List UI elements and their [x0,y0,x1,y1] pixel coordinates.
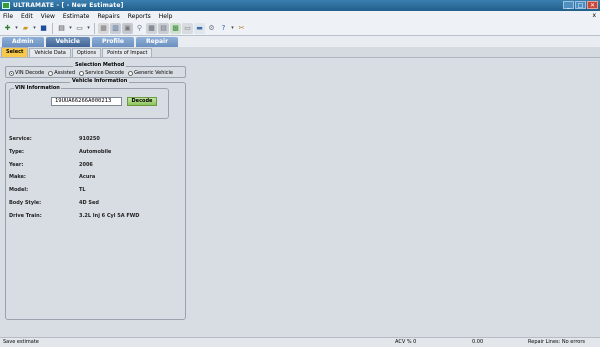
maximize-button[interactable]: □ [575,1,586,9]
field-label: Body Style: [9,199,42,206]
radio-icon [79,70,85,76]
tab-repair[interactable]: Repair [136,37,179,47]
menu-repairs[interactable]: Repairs [97,13,119,20]
calculator-icon[interactable]: ▦ [146,22,157,34]
radio-assisted[interactable]: Assisted [48,70,75,76]
estimate-icon[interactable]: ▦ [98,22,109,34]
field-row-body-style: Body Style: 4D Sed [9,200,179,213]
field-value: Acura [79,174,96,181]
toolbar-separator [52,22,53,34]
open-folder-icon[interactable]: ▰ [20,23,31,34]
tab-profile[interactable]: Profile [91,37,134,47]
notes-icon[interactable]: ▤ [158,22,169,34]
field-label: Service: [9,136,32,142]
sub-tabs: Select Vehicle Data Options Points of Im… [0,47,600,58]
field-label: Model: [9,187,29,194]
menu-edit[interactable]: Edit [21,13,33,20]
parts-icon[interactable]: ▣ [122,22,133,34]
subtab-points-of-impact[interactable]: Points of Impact [102,48,153,57]
minimize-button[interactable]: _ [563,1,574,9]
field-value: TL [79,187,86,194]
save-icon[interactable]: ■ [38,23,49,34]
tab-admin[interactable]: Admin [2,37,44,47]
field-label: Drive Train: [9,212,42,219]
radio-label: Assisted [54,70,76,76]
status-amount: 0.00 [472,339,484,345]
radio-label: Generic Vehicle [134,70,173,76]
radio-service-decode[interactable]: Service Decode [79,70,124,76]
app-icon [2,2,10,9]
vehicle-information-group: Vehicle Information VIN Information 19UU… [5,78,186,320]
window-title: ULTRAMATE - [ - New Estimate] [13,2,124,9]
field-value: Automobile [79,148,112,155]
nav-tabs: Admin Vehicle Profile Repair [0,36,600,47]
selection-method-group: Selection Method VIN Decode Assisted Ser… [5,62,186,78]
menu-file[interactable]: File [3,13,13,20]
field-row-drive-train: Drive Train: 3.2L Inj 6 Cyl 5A FWD [9,213,179,226]
vin-input[interactable]: 19UUA66266A000213 [51,97,122,106]
radio-selected-icon [9,70,14,76]
field-row-make: Make: Acura [9,174,179,187]
close-button[interactable]: ✕ [587,1,598,9]
menu-help[interactable]: Help [159,13,173,20]
selection-method-legend: Selection Method [73,62,127,68]
chevron-down-icon[interactable]: ▾ [32,23,37,34]
field-row-service: Service: 910250 [9,136,179,149]
chevron-down-icon[interactable]: ▾ [14,23,19,34]
field-value: 2006 [79,161,93,168]
menu-estimate[interactable]: Estimate [63,13,90,20]
status-bar: Save estimate ACV % 0 0.00 Repair Lines:… [0,337,600,347]
field-value: 3.2L Inj 6 Cyl 5A FWD [79,212,140,219]
status-acv: ACV % 0 [395,339,417,345]
field-value: 4D Sed [79,199,99,206]
chevron-down-icon[interactable]: ▾ [86,23,91,34]
radio-vin-decode[interactable]: VIN Decode [9,70,44,76]
main-content: Selection Method VIN Decode Assisted Ser… [0,58,600,336]
field-value: 910250 [79,136,100,142]
toolbar: ✚ ▾ ▰ ▾ ■ ▤ ▾ ▭ ▾ ▦ ▥ ▣ ⚲ ▦ ▤ ▩ ▭ ▬ ⚙ ? … [0,21,600,36]
decode-button[interactable]: Decode [127,97,157,106]
document-close-button[interactable]: x [592,12,596,19]
tab-vehicle[interactable]: Vehicle [45,37,90,47]
report-icon[interactable]: ▭ [182,22,193,34]
search-icon[interactable]: ⚲ [134,23,145,34]
chevron-down-icon[interactable]: ▾ [230,23,235,34]
transfer-icon[interactable]: ▬ [194,22,205,34]
chevron-down-icon[interactable]: ▾ [68,23,73,34]
field-label: Type: [9,148,25,155]
vehicle-fields: Service: 910250 Type: Automobile Year: 2… [9,136,179,226]
field-row-model: Model: TL [9,187,179,200]
help-icon[interactable]: ? [218,23,229,34]
subtab-options[interactable]: Options [71,48,102,57]
new-estimate-icon[interactable]: ✚ [2,23,13,34]
window-controls: _ □ ✕ [563,1,598,9]
vehicle-information-legend: Vehicle Information [70,78,130,84]
status-repair-lines: Repair Lines: No errors [528,339,585,345]
tools-icon[interactable]: ✂ [236,23,247,34]
vin-information-legend: VIN Information [14,85,61,91]
subtab-vehicle-data[interactable]: Vehicle Data [29,48,71,57]
menu-bar: File Edit View Estimate Repairs Reports … [0,11,600,21]
field-label: Make: [9,174,26,181]
menu-view[interactable]: View [41,13,55,20]
radio-generic-vehicle[interactable]: Generic Vehicle [128,70,173,76]
photos-icon[interactable]: ▩ [170,22,181,34]
radio-icon [48,70,54,76]
print-icon[interactable]: ▤ [56,23,67,34]
field-row-year: Year: 2006 [9,162,179,175]
menu-reports[interactable]: Reports [128,13,151,20]
title-bar: ULTRAMATE - [ - New Estimate] _ □ ✕ [0,0,600,11]
radio-label: Service Decode [85,70,125,76]
toolbar-separator [94,22,95,34]
vin-information-group: VIN Information 19UUA66266A000213 Decode [9,85,169,119]
preview-icon[interactable]: ▭ [74,23,85,34]
radio-label: VIN Decode [15,70,45,76]
settings-icon[interactable]: ⚙ [206,23,217,34]
vehicle-icon[interactable]: ▥ [110,22,121,34]
radio-icon [128,70,134,76]
field-row-type: Type: Automobile [9,149,179,162]
status-message: Save estimate [3,339,39,345]
subtab-select[interactable]: Select [1,47,29,57]
field-label: Year: [9,161,24,168]
